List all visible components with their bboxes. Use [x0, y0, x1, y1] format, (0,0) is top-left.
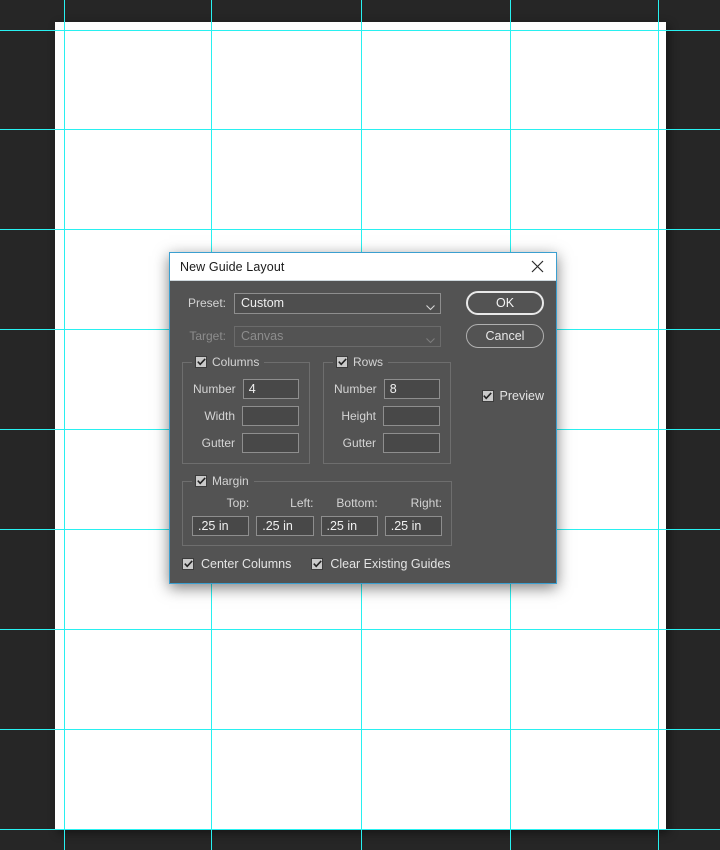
margin-left-input[interactable]: .25 in	[256, 516, 314, 536]
target-row: Target: Canvas Cancel	[182, 324, 544, 348]
preset-row: Preset: Custom OK	[182, 291, 544, 315]
target-value: Canvas	[241, 329, 284, 343]
columns-number-input[interactable]: 4	[242, 379, 299, 399]
chevron-down-icon	[426, 300, 435, 314]
margin-top-label: Top:	[226, 496, 250, 510]
rows-group: Rows Number 8 Height Gutter	[323, 355, 451, 464]
columns-number-label: Number	[193, 382, 236, 396]
columns-checkbox[interactable]	[195, 356, 207, 368]
columns-label: Columns	[212, 355, 260, 369]
margin-left-label: Left:	[290, 496, 314, 510]
preview-label: Preview	[499, 389, 544, 403]
target-label: Target:	[189, 329, 226, 343]
dialog-title: New Guide Layout	[180, 259, 285, 274]
margin-right-label: Right:	[410, 496, 442, 510]
preview-row: Preview	[481, 389, 544, 403]
margin-labels-row: Top: Left: Bottom: Right:	[192, 496, 442, 510]
rows-height-label: Height	[341, 409, 376, 423]
preview-checkbox[interactable]	[481, 390, 494, 402]
preset-label: Preset:	[187, 296, 226, 310]
preset-select[interactable]: Custom	[234, 292, 441, 314]
preset-value: Custom	[241, 296, 285, 310]
margin-checkbox[interactable]	[195, 475, 207, 487]
center-columns-checkbox[interactable]	[182, 558, 194, 570]
margin-label: Margin	[212, 474, 249, 488]
columns-gutter-label: Gutter	[201, 436, 235, 450]
photoshop-workspace: New Guide Layout Preset: Custom OK Targe…	[0, 0, 720, 850]
dialog-titlebar[interactable]: New Guide Layout	[170, 253, 556, 281]
ok-button[interactable]: OK	[466, 291, 544, 315]
columns-gutter-row: Gutter	[193, 433, 299, 453]
margin-bottom-label: Bottom:	[336, 496, 378, 510]
columns-gutter-input[interactable]	[242, 433, 299, 453]
rows-number-label: Number	[334, 382, 377, 396]
columns-number-row: Number 4	[193, 379, 299, 399]
columns-group: Columns Number 4 Width Gutter	[182, 355, 310, 464]
cancel-button[interactable]: Cancel	[466, 324, 544, 348]
chevron-down-icon	[426, 333, 435, 347]
rows-number-input[interactable]: 8	[383, 379, 440, 399]
rows-height-row: Height	[334, 406, 440, 426]
margin-group: Margin Top: Left: Bottom: Right: .25 in …	[182, 474, 452, 546]
columns-group-title: Columns	[192, 355, 265, 369]
new-guide-layout-dialog: New Guide Layout Preset: Custom OK Targe…	[169, 252, 557, 584]
rows-label: Rows	[353, 355, 384, 369]
rows-gutter-row: Gutter	[334, 433, 440, 453]
rows-height-input[interactable]	[383, 406, 440, 426]
margin-group-title: Margin	[192, 474, 254, 488]
rows-number-row: Number 8	[334, 379, 440, 399]
rows-group-title: Rows	[333, 355, 389, 369]
clear-existing-guides-checkbox[interactable]	[311, 558, 324, 570]
margin-bottom-input[interactable]: .25 in	[320, 516, 378, 536]
rows-checkbox[interactable]	[336, 356, 348, 368]
columns-width-label: Width	[204, 409, 235, 423]
margin-top-input[interactable]: .25 in	[192, 516, 250, 536]
clear-existing-guides-label: Clear Existing Guides	[330, 557, 451, 571]
center-columns-label: Center Columns	[201, 557, 292, 571]
margin-inputs-row: .25 in .25 in .25 in .25 in	[192, 516, 442, 536]
dialog-body: Preset: Custom OK Target: Canvas Cancel …	[170, 281, 556, 583]
bottom-checks-row: Center Columns Clear Existing Guides	[182, 557, 544, 571]
margin-right-input[interactable]: .25 in	[384, 516, 442, 536]
columns-width-input[interactable]	[242, 406, 299, 426]
target-select: Canvas	[234, 325, 441, 347]
rows-gutter-input[interactable]	[383, 433, 440, 453]
columns-rows-wrapper: Columns Number 4 Width Gutter Rows Numbe…	[182, 355, 452, 464]
columns-width-row: Width	[193, 406, 299, 426]
rows-gutter-label: Gutter	[342, 436, 376, 450]
close-icon[interactable]	[526, 256, 548, 278]
